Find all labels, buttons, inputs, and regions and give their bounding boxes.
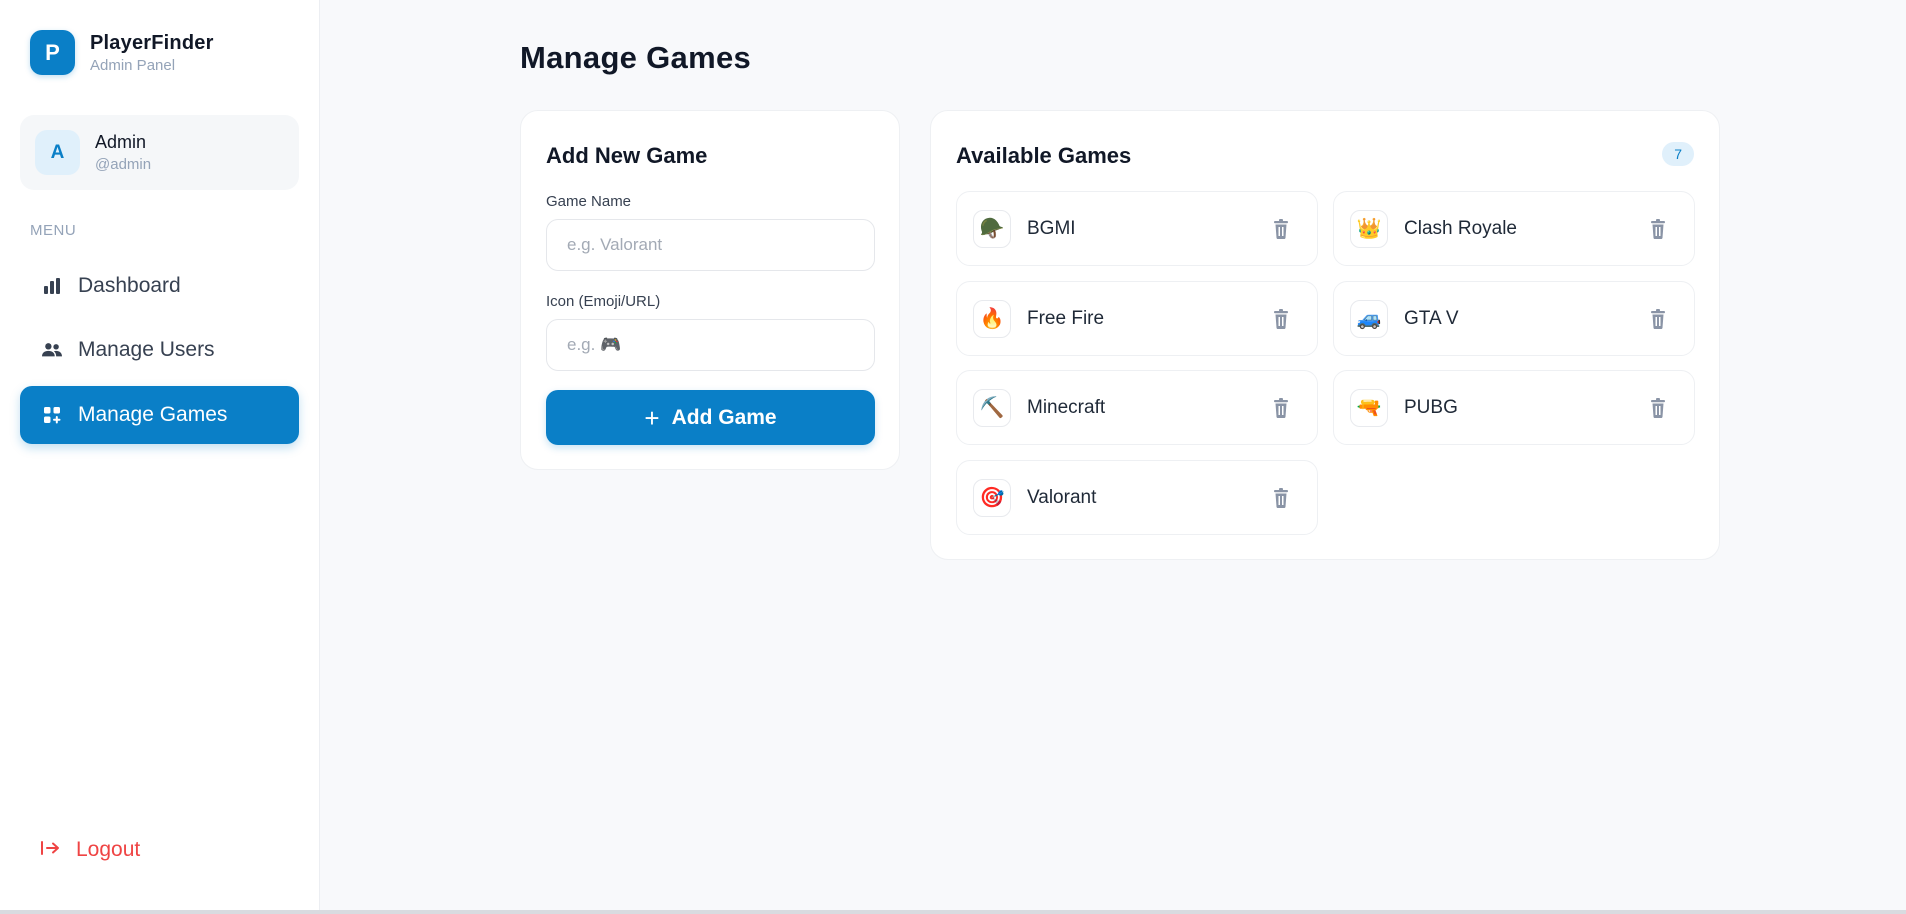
trash-icon[interactable] [1273,219,1289,239]
game-item-free-fire: 🔥 Free Fire [956,281,1318,356]
brand: P PlayerFinder Admin Panel [30,30,214,75]
game-name: PUBG [1404,396,1458,418]
menu-label: MENU [30,222,77,239]
game-item-clash-royale: 👑 Clash Royale [1333,191,1695,266]
brand-logo: P [30,30,75,75]
available-games-card: Available Games 7 🪖 BGMI 👑 Clash Royale … [930,110,1720,560]
logout-button[interactable]: Logout [40,838,140,862]
game-name: BGMI [1027,217,1076,239]
game-item-gta-v: 🚙 GTA V [1333,281,1695,356]
user-handle: @admin [95,156,152,173]
game-icon: 🚙 [1350,299,1388,338]
users-icon [42,340,62,360]
game-name: Valorant [1027,486,1097,508]
game-name-input[interactable] [546,219,875,271]
trash-icon[interactable] [1650,219,1666,239]
games-count-badge: 7 [1662,142,1694,166]
trash-icon[interactable] [1650,309,1666,329]
sidebar: P PlayerFinder Admin Panel A Admin @admi… [0,0,320,910]
available-games-title: Available Games [956,143,1132,168]
game-icon: 🔫 [1350,388,1388,427]
trash-icon[interactable] [1650,398,1666,418]
game-name: Minecraft [1027,396,1106,418]
sidebar-item-dashboard[interactable]: Dashboard [20,257,299,315]
user-text: Admin @admin [95,132,151,173]
add-game-title: Add New Game [546,143,708,168]
add-game-button[interactable]: + Add Game [546,390,875,445]
game-icon: 🔥 [973,299,1011,338]
trash-icon[interactable] [1273,488,1289,508]
user-name: Admin [95,132,147,152]
icon-input[interactable] [546,319,875,371]
logout-icon [40,839,60,862]
game-item-valorant: 🎯 Valorant [956,460,1318,535]
brand-name: PlayerFinder [90,31,214,54]
brand-text: PlayerFinder Admin Panel [90,32,214,74]
avatar: A [35,130,80,175]
game-item-pubg: 🔫 PUBG [1333,370,1695,445]
game-name-label: Game Name [546,193,632,210]
grid-plus-icon [42,405,62,425]
icon-label: Icon (Emoji/URL) [546,293,661,310]
bar-chart-icon [42,276,62,296]
sidebar-item-manage-users[interactable]: Manage Users [20,321,299,379]
plus-icon: + [644,402,660,433]
game-name: Clash Royale [1404,217,1517,239]
game-name: GTA V [1404,307,1459,329]
add-game-card: Add New Game Game Name Icon (Emoji/URL) … [520,110,900,470]
trash-icon[interactable] [1273,398,1289,418]
user-card: A Admin @admin [20,115,299,190]
add-game-button-label: Add Game [671,405,777,429]
sidebar-item-label: Manage Users [78,338,215,361]
sidebar-item-label: Dashboard [78,274,181,297]
brand-subtitle: Admin Panel [90,56,176,74]
trash-icon[interactable] [1273,309,1289,329]
game-name: Free Fire [1027,307,1105,329]
game-icon: 👑 [1350,209,1388,248]
game-icon: ⛏️ [973,388,1011,427]
game-item-bgmi: 🪖 BGMI [956,191,1318,266]
page-title: Manage Games [520,40,752,75]
sidebar-item-manage-games[interactable]: Manage Games [20,386,299,444]
logout-label: Logout [76,838,141,861]
game-icon: 🪖 [973,209,1011,248]
game-icon: 🎯 [973,478,1011,517]
window-bottom-border [0,910,1906,914]
game-item-minecraft: ⛏️ Minecraft [956,370,1318,445]
sidebar-item-label: Manage Games [78,403,228,426]
